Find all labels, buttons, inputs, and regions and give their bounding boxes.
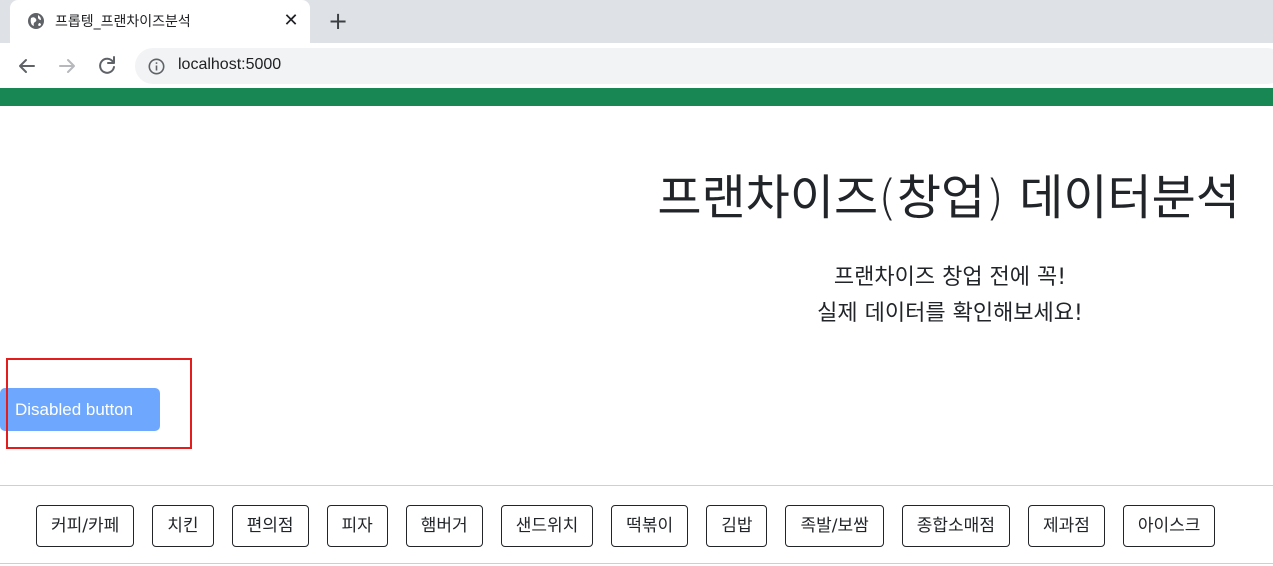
category-button[interactable]: 떡볶이 xyxy=(611,505,689,547)
url-text: localhost:5000 xyxy=(178,56,282,73)
category-button[interactable]: 커피/카페 xyxy=(36,505,135,547)
browser-tab[interactable]: 프롭텡_프랜차이즈분석 ✕ xyxy=(10,0,310,43)
category-button-row: 커피/카페 치킨 편의점 피자 햄버거 샌드위치 떡볶이 김밥 족발/보쌈 종합소매점 제과점 아이스… xyxy=(36,505,1216,547)
category-button[interactable]: 제과점 xyxy=(1027,505,1105,547)
tab-strip: 프롭텡_프랜차이즈분석 ✕ + xyxy=(0,0,1273,43)
category-button[interactable]: 종합소매점 xyxy=(901,505,1010,547)
category-button[interactable]: 샌드위치 xyxy=(500,505,594,547)
subtitle-line-1: 프랜차이즈 창업 전에 꼭! xyxy=(833,265,1067,290)
info-icon[interactable] xyxy=(148,58,165,75)
tab-title: 프롭텡_프랜차이즈분석 xyxy=(55,14,191,30)
page-title: 프랜차이즈(창업) 데이터분석 xyxy=(657,170,1240,226)
navbar-accent-bar xyxy=(0,88,1273,106)
forward-arrow-icon[interactable] xyxy=(53,52,81,80)
divider xyxy=(0,563,1273,564)
category-button[interactable]: 편의점 xyxy=(231,505,309,547)
globe-icon xyxy=(28,13,44,29)
tab-close-icon[interactable]: ✕ xyxy=(281,11,301,31)
highlight-box xyxy=(6,358,192,449)
category-button[interactable]: 김밥 xyxy=(706,505,768,547)
page-subtitle: 프랜차이즈 창업 전에 꼭! 실제 데이터를 확인해보세요! xyxy=(650,260,1250,332)
reload-icon[interactable] xyxy=(93,52,121,80)
category-button[interactable]: 아이스크 xyxy=(1122,505,1216,547)
category-button[interactable]: 족발/보쌈 xyxy=(785,505,884,547)
subtitle-line-2: 실제 데이터를 확인해보세요! xyxy=(817,301,1083,326)
divider xyxy=(0,485,1273,486)
category-button[interactable]: 피자 xyxy=(326,505,388,547)
category-button[interactable]: 치킨 xyxy=(152,505,214,547)
browser-toolbar: localhost:5000 xyxy=(0,43,1273,88)
address-bar[interactable]: localhost:5000 xyxy=(135,48,1273,84)
new-tab-button[interactable]: + xyxy=(326,9,350,33)
category-button[interactable]: 햄버거 xyxy=(405,505,483,547)
back-arrow-icon[interactable] xyxy=(13,52,41,80)
